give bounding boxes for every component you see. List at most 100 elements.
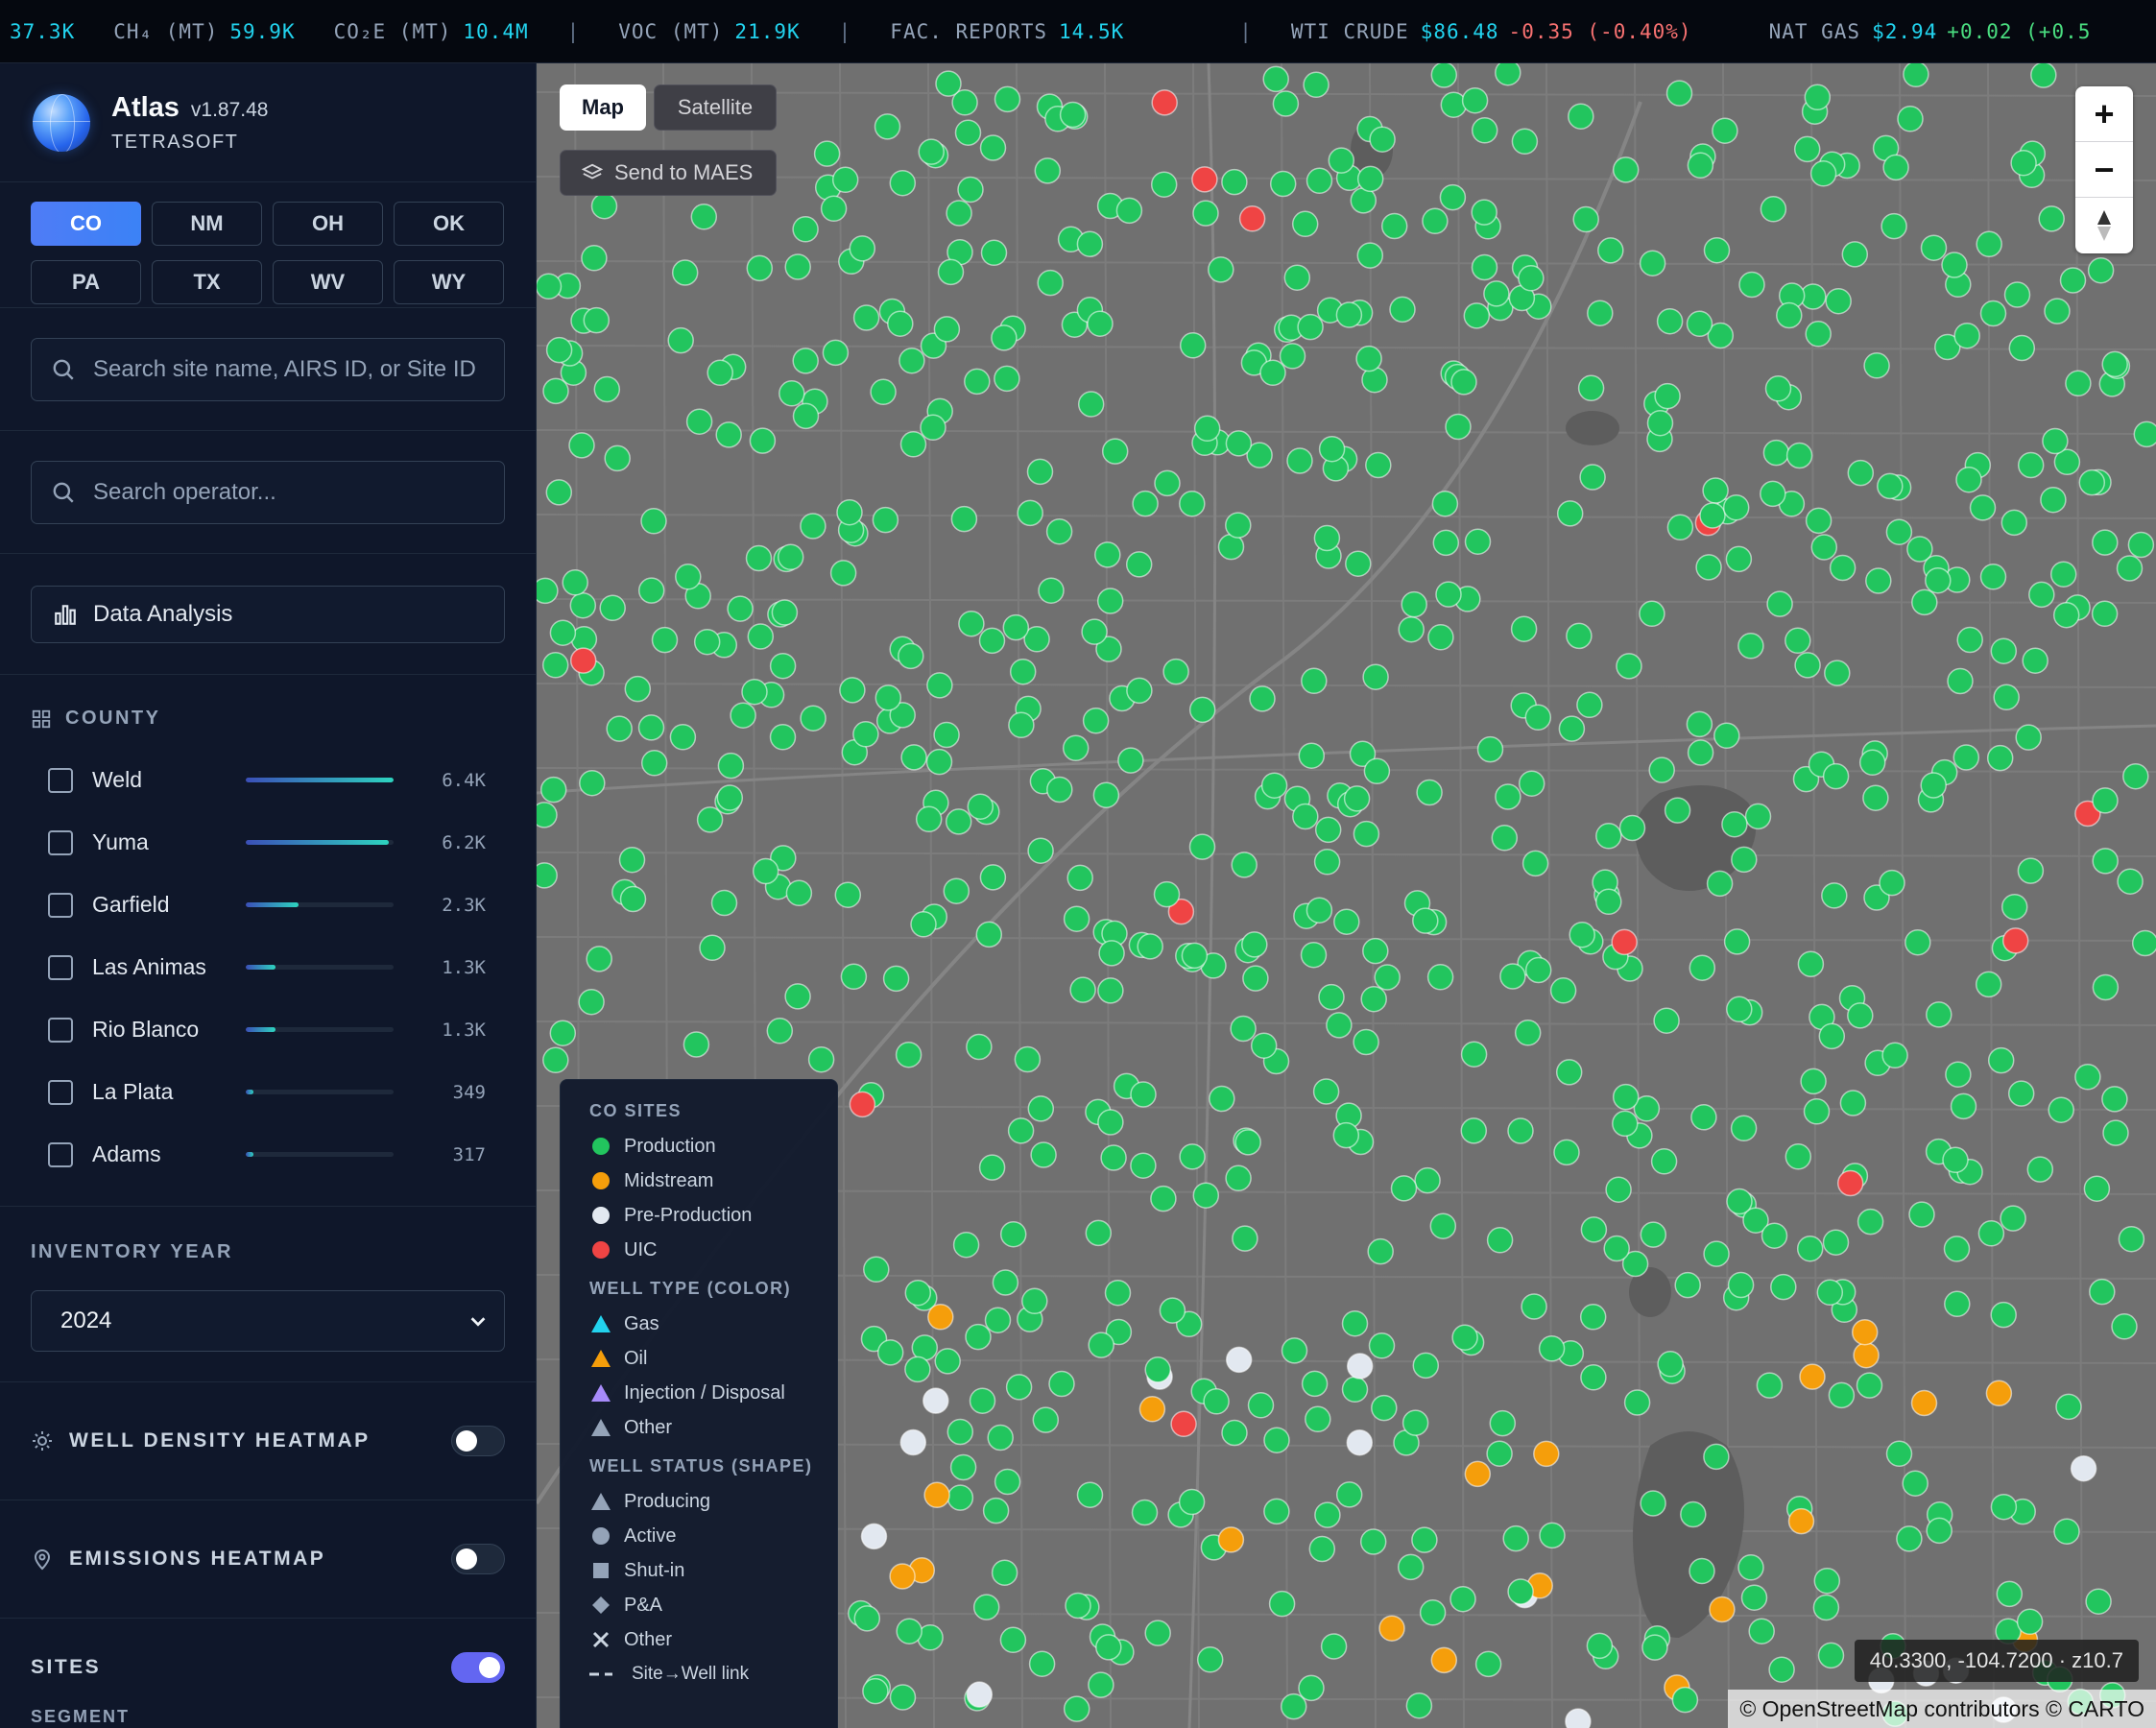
- site-marker[interactable]: [1427, 624, 1454, 651]
- site-marker[interactable]: [1703, 236, 1731, 264]
- site-marker[interactable]: [1726, 996, 1753, 1023]
- site-marker[interactable]: [1996, 1580, 2024, 1608]
- site-marker[interactable]: [849, 235, 876, 262]
- site-marker[interactable]: [853, 1605, 881, 1632]
- site-marker[interactable]: [954, 119, 982, 146]
- site-marker[interactable]: [1502, 1524, 1529, 1552]
- site-marker[interactable]: [813, 140, 841, 167]
- site-marker[interactable]: [640, 508, 667, 535]
- site-marker[interactable]: [1926, 1517, 1952, 1545]
- site-marker[interactable]: [991, 324, 1018, 351]
- site-marker[interactable]: [887, 310, 914, 337]
- site-marker[interactable]: [541, 652, 569, 679]
- site-marker[interactable]: [1471, 253, 1498, 281]
- site-marker[interactable]: [1885, 518, 1913, 545]
- site-marker[interactable]: [1371, 1394, 1398, 1422]
- site-marker[interactable]: [1809, 160, 1837, 187]
- site-marker[interactable]: [829, 560, 857, 587]
- site-marker[interactable]: [2116, 555, 2144, 582]
- site-marker[interactable]: [1824, 660, 1851, 686]
- site-marker[interactable]: [1471, 199, 1497, 226]
- site-marker[interactable]: [1538, 1335, 1566, 1362]
- site-marker[interactable]: [2017, 451, 2045, 479]
- site-marker[interactable]: [1027, 1095, 1055, 1122]
- site-marker[interactable]: [1430, 63, 1458, 88]
- site-marker[interactable]: [599, 594, 626, 622]
- site-marker[interactable]: [769, 724, 797, 751]
- site-marker[interactable]: [1858, 749, 1886, 777]
- site-marker[interactable]: [933, 316, 961, 343]
- site-marker[interactable]: [2065, 370, 2092, 397]
- site-marker[interactable]: [1130, 1081, 1157, 1108]
- site-marker[interactable]: [991, 1559, 1018, 1586]
- site-marker[interactable]: [1764, 375, 1792, 402]
- site-marker[interactable]: [980, 239, 1008, 267]
- site-marker[interactable]: [1793, 135, 1821, 163]
- site-marker[interactable]: [1217, 1526, 1245, 1553]
- site-marker[interactable]: [1279, 343, 1306, 370]
- site-marker[interactable]: [1813, 1567, 1841, 1595]
- site-marker[interactable]: [1046, 776, 1073, 804]
- site-marker[interactable]: [1065, 1592, 1091, 1620]
- site-marker[interactable]: [590, 192, 618, 220]
- site-marker[interactable]: [542, 1046, 569, 1074]
- county-row-yuma[interactable]: Yuma 6.2K: [31, 811, 505, 874]
- site-marker[interactable]: [1137, 933, 1163, 960]
- site-marker[interactable]: [1460, 1117, 1488, 1144]
- site-marker[interactable]: [1191, 166, 1218, 193]
- site-marker[interactable]: [1785, 627, 1811, 655]
- site-marker[interactable]: [1132, 490, 1159, 517]
- site-marker[interactable]: [1196, 1646, 1224, 1673]
- site-marker[interactable]: [1476, 735, 1504, 763]
- site-marker[interactable]: [1579, 464, 1606, 491]
- site-marker[interactable]: [1569, 921, 1595, 948]
- site-marker[interactable]: [1712, 117, 1738, 144]
- site-marker[interactable]: [1263, 1427, 1290, 1453]
- site-marker[interactable]: [822, 339, 850, 367]
- site-marker[interactable]: [699, 934, 726, 962]
- site-marker[interactable]: [900, 744, 927, 771]
- site-marker[interactable]: [1518, 265, 1545, 292]
- site-marker[interactable]: [1234, 1129, 1261, 1156]
- site-marker[interactable]: [1005, 1374, 1033, 1401]
- site-marker[interactable]: [1641, 1634, 1668, 1661]
- site-marker[interactable]: [1429, 1212, 1457, 1239]
- site-marker[interactable]: [1785, 1143, 1812, 1170]
- county-checkbox[interactable]: [48, 1079, 73, 1105]
- site-marker[interactable]: [1703, 1443, 1730, 1471]
- site-marker[interactable]: [933, 721, 960, 749]
- county-row-las-animas[interactable]: Las Animas 1.3K: [31, 936, 505, 998]
- site-marker[interactable]: [1150, 171, 1178, 198]
- site-marker[interactable]: [1241, 931, 1268, 958]
- site-marker[interactable]: [1346, 1428, 1374, 1456]
- site-marker[interactable]: [619, 885, 647, 913]
- site-marker[interactable]: [2092, 529, 2119, 556]
- site-marker[interactable]: [716, 784, 744, 811]
- site-marker[interactable]: [2016, 1608, 2044, 1636]
- site-marker[interactable]: [669, 724, 697, 751]
- site-marker[interactable]: [1618, 814, 1646, 842]
- site-marker[interactable]: [1671, 1686, 1699, 1714]
- site-marker[interactable]: [1125, 551, 1153, 578]
- site-marker[interactable]: [769, 652, 797, 680]
- site-marker[interactable]: [1686, 310, 1713, 338]
- site-marker[interactable]: [1101, 438, 1129, 465]
- site-marker[interactable]: [766, 1018, 794, 1044]
- site-marker[interactable]: [2040, 486, 2067, 514]
- site-marker[interactable]: [1332, 1121, 1360, 1149]
- site-marker[interactable]: [1558, 715, 1586, 742]
- site-marker[interactable]: [836, 498, 863, 526]
- site-marker[interactable]: [926, 672, 953, 699]
- site-marker[interactable]: [715, 421, 742, 448]
- site-marker[interactable]: [1950, 1092, 1977, 1120]
- site-marker[interactable]: [1722, 493, 1750, 521]
- site-marker[interactable]: [2074, 1064, 2101, 1091]
- site-marker[interactable]: [1926, 1001, 1952, 1028]
- site-search-box[interactable]: [31, 337, 505, 401]
- site-marker[interactable]: [1847, 459, 1875, 487]
- site-marker[interactable]: [927, 1304, 954, 1331]
- site-marker[interactable]: [1208, 256, 1234, 283]
- site-marker[interactable]: [1389, 296, 1416, 324]
- county-row-garfield[interactable]: Garfield 2.3K: [31, 874, 505, 936]
- site-marker[interactable]: [2091, 600, 2119, 628]
